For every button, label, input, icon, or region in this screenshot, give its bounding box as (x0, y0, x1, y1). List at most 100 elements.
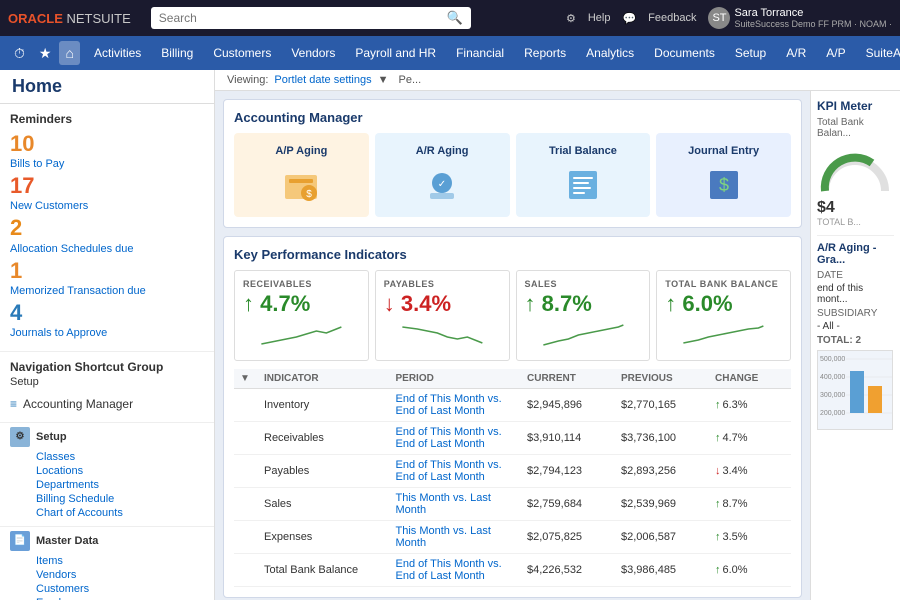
nav-ap[interactable]: A/P (816, 38, 855, 68)
kpi-col-period: PERIOD (396, 373, 524, 384)
ar-date-label: DATE (817, 270, 894, 281)
master-data-title: 📄 Master Data (10, 531, 204, 551)
kpi-row-inventory: Inventory End of This Month vs. End of L… (234, 389, 791, 422)
reminder-bills-number: 10 (10, 132, 204, 156)
kpi-change-payables: ↓ 3.4% (715, 465, 785, 477)
nav-analytics[interactable]: Analytics (576, 38, 644, 68)
feedback-icon: 💬 (622, 12, 636, 25)
search-bar[interactable]: 🔍 (151, 7, 471, 29)
nav-ar[interactable]: A/R (776, 38, 816, 68)
top-right: ⚙ Help 💬 Feedback ST Sara Torrance Suite… (566, 7, 892, 29)
kpi-change-receivables: ↑ 4.7% (715, 432, 785, 444)
nav-financial[interactable]: Financial (446, 38, 514, 68)
journal-entry-card[interactable]: Journal Entry $ (656, 133, 791, 217)
chevron-down-icon: ▼ (378, 74, 389, 86)
feedback-link[interactable]: Feedback (648, 12, 696, 24)
setup-billing-link[interactable]: Billing Schedule (10, 492, 204, 506)
reminders-title: Reminders (10, 112, 204, 126)
page-title: Home (12, 76, 62, 97)
kpi-current-expenses: $2,075,825 (527, 531, 617, 543)
kpi-current-receivables: $3,910,114 (527, 432, 617, 444)
kpi-sales-label: SALES (525, 279, 642, 289)
nav-setup[interactable]: Setup (725, 38, 776, 68)
master-customers-link[interactable]: Customers (10, 582, 204, 596)
sidebar: Reminders 10 Bills to Pay 17 New Custome… (0, 104, 215, 600)
kpi-bank-chart (665, 319, 782, 349)
top-bar: ORACLE NETSUITE 🔍 ⚙ Help 💬 Feedback ST S… (0, 0, 900, 36)
kpi-receivables-chart (243, 319, 360, 349)
nav-customers[interactable]: Customers (203, 38, 281, 68)
nav-shortcut-title: Navigation Shortcut Group Setup (10, 360, 204, 388)
kpi-period-expenses[interactable]: This Month vs. Last Month (396, 525, 524, 549)
reminders-section: Reminders 10 Bills to Pay 17 New Custome… (0, 104, 214, 352)
master-vendors-link[interactable]: Vendors (10, 568, 204, 582)
setup-departments-link[interactable]: Departments (10, 478, 204, 492)
ar-aging-card[interactable]: A/R Aging ✓ (375, 133, 510, 217)
kpi-period-bank[interactable]: End of This Month vs. End of Last Month (396, 558, 524, 582)
nav-suiteapps[interactable]: SuiteApps (856, 38, 900, 68)
reminder-memorized-link[interactable]: Memorized Transaction due (10, 285, 146, 297)
nav-activities[interactable]: Activities (84, 38, 151, 68)
ap-aging-card[interactable]: A/P Aging $ (234, 133, 369, 217)
master-data-section: 📄 Master Data Items Vendors Customers Em… (0, 527, 214, 600)
nav-star-icon[interactable]: ★ (33, 41, 58, 66)
svg-text:400,000: 400,000 (820, 374, 845, 381)
viewing-label: Viewing: (227, 74, 268, 86)
reminder-journals-link[interactable]: Journals to Approve (10, 327, 107, 339)
kpi-indicator-receivables: Receivables (264, 432, 392, 444)
kpi-meter-subtitle: Total Bank Balan... (817, 117, 894, 139)
kpi-change-inventory: ↑ 6.3% (715, 399, 785, 411)
search-input[interactable] (159, 11, 447, 25)
kpi-current-bank: $4,226,532 (527, 564, 617, 576)
kpi-card: Key Performance Indicators RECEIVABLES ↑… (223, 236, 802, 598)
nav-home-icon[interactable]: ⌂ (59, 41, 79, 65)
kpi-current-sales: $2,759,684 (527, 498, 617, 510)
help-link[interactable]: Help (588, 12, 611, 24)
reminder-allocation-link[interactable]: Allocation Schedules due (10, 243, 134, 255)
setup-locations-link[interactable]: Locations (10, 464, 204, 478)
setup-coa-link[interactable]: Chart of Accounts (10, 506, 204, 520)
master-employees-link[interactable]: Employees (10, 596, 204, 600)
nav-billing[interactable]: Billing (151, 38, 203, 68)
svg-text:200,000: 200,000 (820, 410, 845, 417)
nav-documents[interactable]: Documents (644, 38, 725, 68)
kpi-col-change: CHANGE (715, 373, 785, 384)
nav-clock-icon[interactable]: ⏱ (8, 41, 31, 66)
kpi-period-receivables[interactable]: End of This Month vs. End of Last Month (396, 426, 524, 450)
kpi-row-expenses: Expenses This Month vs. Last Month $2,07… (234, 521, 791, 554)
kpi-grid: RECEIVABLES ↑ 4.7% PAYABLES ↓ 3.4% (234, 270, 791, 361)
svg-text:500,000: 500,000 (820, 356, 845, 363)
ar-subsidiary-value: - All - (817, 321, 894, 332)
kpi-change-expenses: ↑ 3.5% (715, 531, 785, 543)
reminder-bills: 10 Bills to Pay (10, 132, 204, 170)
setup-classes-link[interactable]: Classes (10, 450, 204, 464)
nav-shortcut-accounting[interactable]: ≡ Accounting Manager (10, 394, 204, 414)
reminder-journals-number: 4 (10, 301, 204, 325)
nav-payroll[interactable]: Payroll and HR (345, 38, 446, 68)
nav-vendors[interactable]: Vendors (281, 38, 345, 68)
kpi-period-payables[interactable]: End of This Month vs. End of Last Month (396, 459, 524, 483)
kpi-change-bank: ↑ 6.0% (715, 564, 785, 576)
portlet-settings-link[interactable]: Portlet date settings (274, 74, 371, 86)
page-wrapper: ORACLE NETSUITE 🔍 ⚙ Help 💬 Feedback ST S… (0, 0, 900, 600)
reminder-allocation-number: 2 (10, 216, 204, 240)
kpi-period-inventory[interactable]: End of This Month vs. End of Last Month (396, 393, 524, 417)
reminder-bills-link[interactable]: Bills to Pay (10, 158, 64, 170)
ar-date-value: end of this mont... (817, 283, 894, 305)
journal-entry-label: Journal Entry (688, 145, 759, 157)
nav-reports[interactable]: Reports (514, 38, 576, 68)
user-info: ST Sara Torrance SuiteSuccess Demo FF PR… (708, 7, 892, 29)
trial-balance-card[interactable]: Trial Balance (516, 133, 651, 217)
ap-aging-graphic: $ (281, 165, 321, 205)
accounting-manager-title: Accounting Manager (234, 110, 791, 125)
kpi-sales-chart (525, 319, 642, 349)
gauge-container (817, 145, 893, 195)
reminder-customers-link[interactable]: New Customers (10, 200, 88, 212)
kpi-period-sales[interactable]: This Month vs. Last Month (396, 492, 524, 516)
nav-items: Activities Billing Customers Vendors Pay… (84, 38, 900, 68)
master-items-link[interactable]: Items (10, 554, 204, 568)
help-icon: ⚙ (566, 12, 576, 25)
kpi-col-current: CURRENT (527, 373, 617, 384)
kpi-current-payables: $2,794,123 (527, 465, 617, 477)
nav-shortcut-subtitle: Setup (10, 376, 39, 388)
